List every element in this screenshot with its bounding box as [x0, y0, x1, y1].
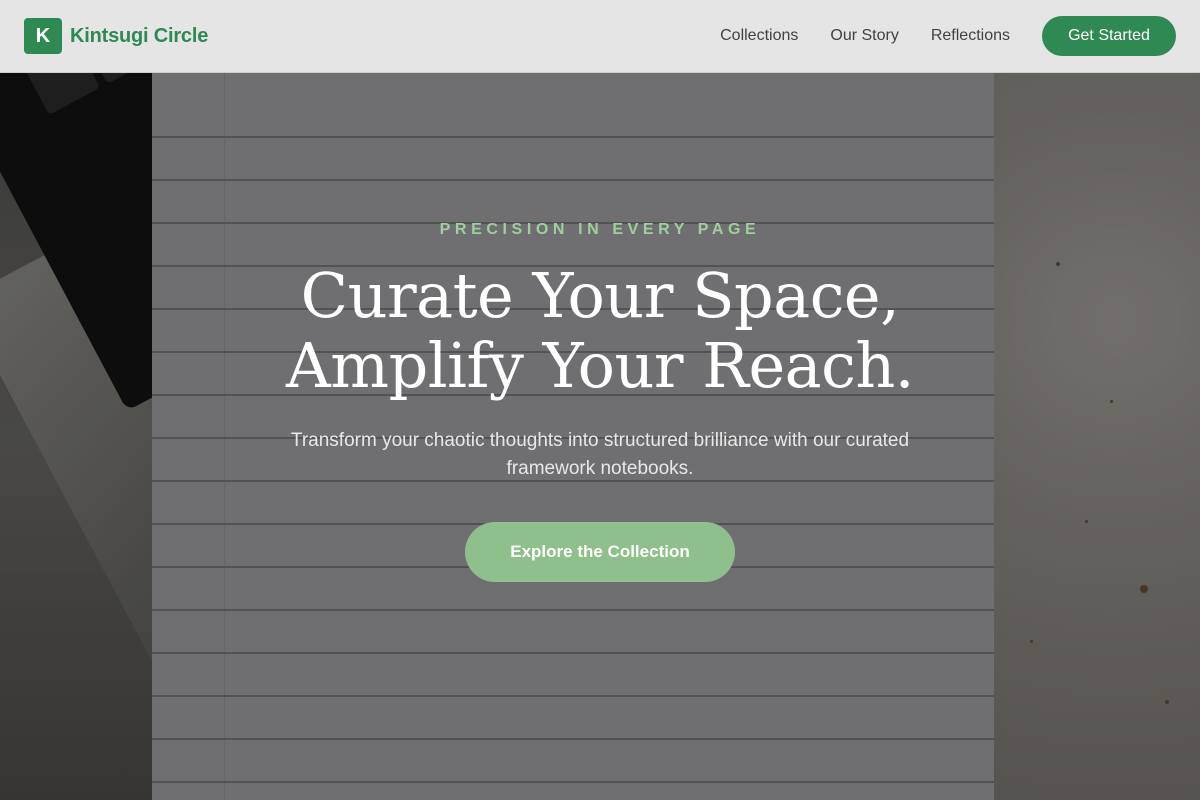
hero-headline: Curate Your Space, Amplify Your Reach. — [0, 261, 1200, 401]
site-header: K Kintsugi Circle Collections Our Story … — [0, 0, 1200, 73]
brand-name: Kintsugi Circle — [70, 24, 209, 47]
logo-mark-icon: K — [24, 18, 62, 54]
nav-link-collections[interactable]: Collections — [720, 27, 798, 45]
main-nav: Collections Our Story Reflections Get St… — [720, 16, 1176, 56]
brand-logo[interactable]: K Kintsugi Circle — [24, 18, 208, 54]
hero-eyebrow: PRECISION IN EVERY PAGE — [439, 221, 761, 238]
hero-subtitle: Transform your chaotic thoughts into str… — [290, 430, 910, 479]
hero-headline-line-2: Amplify Your Reach. — [286, 329, 914, 402]
hero-headline-line-1: Curate Your Space, — [300, 259, 900, 332]
nav-link-our-story[interactable]: Our Story — [830, 27, 898, 45]
explore-collection-button[interactable]: Explore the Collection — [465, 522, 735, 582]
hero-section: PRECISION IN EVERY PAGE Curate Your Spac… — [0, 73, 1200, 800]
nav-link-reflections[interactable]: Reflections — [931, 27, 1010, 45]
get-started-button[interactable]: Get Started — [1042, 16, 1176, 56]
